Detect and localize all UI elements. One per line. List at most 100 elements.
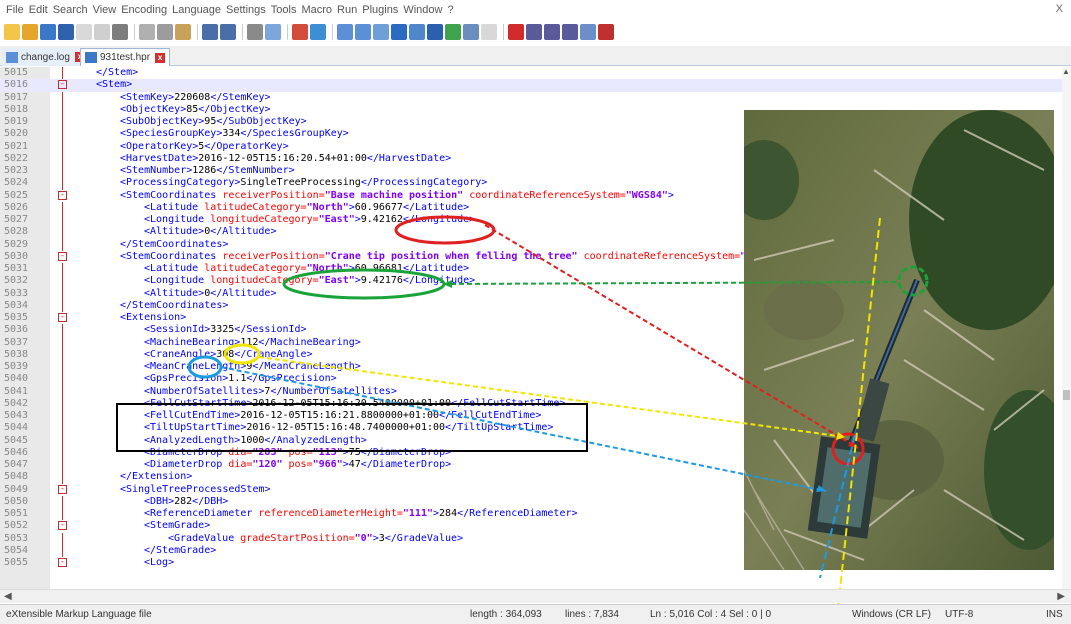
close-icon[interactable]: x [155,52,166,63]
code-text: <DiameterDrop dia="283" pos="113">75</Di… [144,447,451,459]
show-all-chars-icon[interactable] [391,24,407,40]
scroll-left-icon[interactable]: ◀ [4,591,12,602]
token-attr: dia= [228,446,253,458]
replace-icon[interactable] [265,24,281,40]
line-number: 5027 [4,214,29,225]
tab-change-log[interactable]: change.log x [2,48,89,66]
open-folder-icon[interactable] [22,24,38,40]
code-text: <StemCoordinates receiverPosition="Crane… [120,251,788,263]
code-text: <SubObjectKey>95</SubObjectKey> [120,116,307,128]
code-line[interactable]: 5016 - <Stem> [0,79,1062,92]
line-number: 5042 [4,397,29,409]
sync-vertical-icon[interactable] [337,24,353,40]
fold-guide [62,495,63,508]
toolbar-separator [503,24,504,40]
code-line[interactable]: 5017 <StemKey>220608</StemKey> [0,91,1062,104]
folder-as-workspace-icon[interactable] [463,24,479,40]
code-text: </StemCoordinates> [120,239,228,251]
line-number: 5036 [4,324,29,336]
code-text: <StemKey>220608</StemKey> [120,92,271,104]
token-attr: receiverPosition= [222,250,325,262]
copy-icon[interactable] [157,24,173,40]
token-txt: 1.1 [228,373,247,385]
line-number: 5052 [4,520,29,532]
fold-toggle-icon[interactable]: - [58,251,67,261]
indent-guide-icon[interactable] [409,24,425,40]
menu-window[interactable]: Window [403,4,442,16]
new-file-icon[interactable] [4,24,20,40]
token-tag: </FellCutStartTime> [451,397,566,409]
code-text: <Altitude>0</Altitude> [144,288,276,300]
menu-macro[interactable]: Macro [301,4,332,16]
scroll-thumb[interactable] [1063,390,1070,400]
zoom-in-icon[interactable] [292,24,308,40]
scroll-up-icon[interactable]: ▲ [1062,67,1070,76]
save-icon[interactable] [40,24,56,40]
menu-plugins[interactable]: Plugins [362,4,398,16]
close-all-icon[interactable] [94,24,110,40]
play-macro-icon[interactable] [544,24,560,40]
menu-settings[interactable]: Settings [226,4,266,16]
line-number: 5026 [4,201,29,213]
token-attr: gradeStartPosition= [240,532,355,544]
token-val: "966" [312,459,343,470]
menu-edit[interactable]: Edit [29,4,48,16]
menu-search[interactable]: Search [53,4,88,16]
code-text: <Altitude>0</Altitude> [144,226,276,238]
status-eol: Windows (CR LF) [852,609,931,620]
fold-toggle-icon[interactable]: - [58,484,67,494]
fold-toggle-icon[interactable]: - [58,80,67,90]
save-macro-icon[interactable] [580,24,596,40]
token-attr: pos= [282,446,313,458]
line-number: 5020 [4,128,29,140]
fold-toggle-icon[interactable]: - [58,190,67,200]
redo-icon[interactable] [220,24,236,40]
record-macro-icon[interactable] [508,24,524,40]
spellcheck-icon[interactable] [598,24,614,40]
fold-toggle-icon[interactable]: - [58,558,67,567]
menu-language[interactable]: Language [172,4,221,16]
undo-icon[interactable] [202,24,218,40]
token-tag: <MeanCraneLength> [144,361,247,372]
toolbar [0,20,1071,44]
save-all-icon[interactable] [58,24,74,40]
close-file-icon[interactable] [76,24,92,40]
run-macro-multiple-icon[interactable] [562,24,578,40]
monitoring-icon[interactable] [481,24,497,40]
zoom-out-icon[interactable] [310,24,326,40]
fold-toggle-icon[interactable]: - [58,521,67,531]
code-text: <GradeValue gradeStartPosition="0">3</Gr… [168,533,463,545]
code-line[interactable]: 5015 </Stem> [0,67,1062,80]
vertical-scrollbar[interactable]: ▲ [1062,67,1071,589]
line-number: 5017 [4,91,29,103]
function-list-icon[interactable] [445,24,461,40]
fold-guide [62,422,63,435]
status-position: Ln : 5,016 Col : 4 Sel : 0 | 0 [650,609,772,620]
code-text: <Extension> [120,312,186,324]
line-number: 5019 [4,116,29,127]
doc-map-icon[interactable] [427,24,443,40]
token-txt: 2016-12-05T15:16:20.54+01:00 [198,152,367,164]
menu-help[interactable]: ? [447,4,453,16]
horizontal-scrollbar[interactable]: ◀ ▶ [0,589,1071,603]
tab-931test[interactable]: 931test.hpr x [80,48,171,66]
sync-horizontal-icon[interactable] [355,24,371,40]
fold-toggle-icon[interactable]: - [58,313,67,322]
find-icon[interactable] [247,24,263,40]
paste-icon[interactable] [175,24,191,40]
stop-macro-icon[interactable] [526,24,542,40]
token-tag: <DBH> [144,495,175,507]
word-wrap-icon[interactable] [373,24,389,40]
menu-view[interactable]: View [93,4,117,16]
menu-encoding[interactable]: Encoding [121,4,167,16]
code-text: <GpsPrecision>1.1</GpsPrecision> [144,373,337,385]
menu-run[interactable]: Run [337,4,357,16]
line-number: 5024 [4,177,29,189]
token-tag: <FellCutEndTime> [144,410,241,421]
close-document-icon[interactable]: X [1056,3,1063,15]
print-icon[interactable] [112,24,128,40]
menu-tools[interactable]: Tools [271,4,297,16]
menu-file[interactable]: File [6,4,24,16]
cut-icon[interactable] [139,24,155,40]
scroll-right-icon[interactable]: ▶ [1057,591,1065,602]
